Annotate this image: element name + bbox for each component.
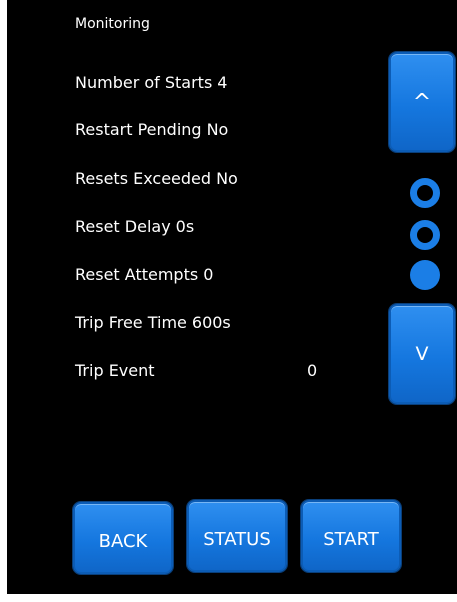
status-button[interactable]: STATUS <box>187 500 287 572</box>
row-value: 4 <box>217 73 228 92</box>
row-resets-exceeded: Resets Exceeded No <box>75 169 238 188</box>
back-button-label: BACK <box>98 530 148 552</box>
page-dot-2 <box>410 220 440 250</box>
row-label: Trip Free Time <box>75 313 187 332</box>
caret-up-icon: ^ <box>412 89 432 115</box>
row-value: 600s <box>191 313 231 332</box>
row-value: No <box>216 169 238 188</box>
caret-down-icon: V <box>415 343 429 365</box>
row-label: Reset Delay <box>75 217 171 236</box>
back-button[interactable]: BACK <box>73 502 173 574</box>
row-label: Reset Attempts <box>75 265 199 284</box>
page-dot-3-active <box>410 260 440 290</box>
row-label: Restart Pending <box>75 120 202 139</box>
row-value: 0 <box>307 361 318 380</box>
scroll-down-button[interactable]: V <box>389 304 455 404</box>
row-trip-event: Trip Event 0 <box>75 361 317 380</box>
row-reset-attempts: Reset Attempts 0 <box>75 265 213 284</box>
scroll-up-button[interactable]: ^ <box>389 52 455 152</box>
row-trip-free-time: Trip Free Time 600s <box>75 313 231 332</box>
row-label: Number of Starts <box>75 73 213 92</box>
start-button[interactable]: START <box>301 500 401 572</box>
page-dot-1 <box>410 178 440 208</box>
row-value: 0 <box>203 265 214 284</box>
row-label: Trip Event <box>75 361 155 380</box>
row-number-of-starts: Number of Starts 4 <box>75 73 227 92</box>
row-reset-delay: Reset Delay 0s <box>75 217 194 236</box>
page-title: Monitoring <box>75 16 150 32</box>
row-label: Resets Exceeded <box>75 169 212 188</box>
row-restart-pending: Restart Pending No <box>75 120 228 139</box>
row-value: 0s <box>175 217 195 236</box>
row-value: No <box>206 120 229 139</box>
start-button-label: START <box>323 528 379 550</box>
status-button-label: STATUS <box>203 528 271 550</box>
